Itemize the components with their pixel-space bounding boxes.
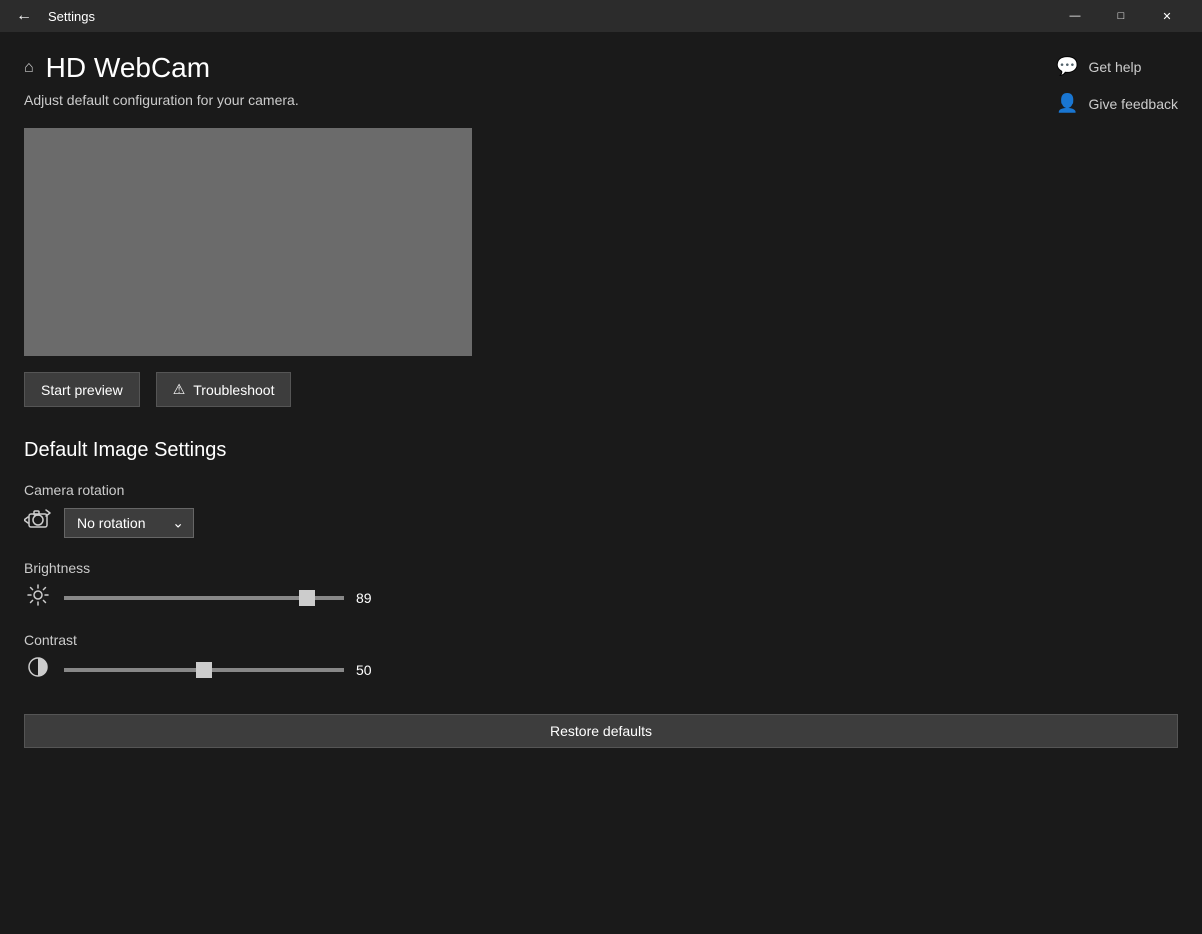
description: Adjust default configuration for your ca…	[24, 92, 1178, 108]
contrast-slider[interactable]	[64, 668, 344, 672]
brightness-setting: Brightness 89	[24, 560, 1178, 612]
brightness-slider[interactable]	[64, 596, 344, 600]
camera-rotation-label: Camera rotation	[24, 482, 1178, 498]
brightness-label: Brightness	[24, 560, 1178, 576]
brightness-row: 89	[24, 584, 1178, 612]
titlebar-controls: — □ ✕	[1052, 0, 1190, 32]
start-preview-button[interactable]: Start preview	[24, 372, 140, 407]
give-feedback-link[interactable]: 👤 Give feedback	[1056, 89, 1178, 118]
get-help-label: Get help	[1089, 59, 1142, 75]
contrast-setting: Contrast 50	[24, 632, 1178, 684]
rotation-row: No rotation 90° 180° 270°	[24, 506, 1178, 540]
rotation-dropdown[interactable]: No rotation 90° 180° 270°	[64, 508, 194, 538]
rotation-dropdown-wrapper: No rotation 90° 180° 270°	[64, 508, 194, 538]
titlebar-title: Settings	[48, 9, 1052, 24]
back-button[interactable]: ←	[12, 8, 36, 24]
rotation-icon	[24, 506, 52, 540]
restore-defaults-button[interactable]: Restore defaults	[24, 714, 1178, 748]
brightness-icon	[24, 584, 52, 612]
camera-rotation-setting: Camera rotation No rotation 90° 180° 270…	[24, 482, 1178, 540]
give-feedback-icon: 👤	[1056, 93, 1078, 114]
give-feedback-label: Give feedback	[1089, 96, 1179, 112]
page-title: HD WebCam	[46, 52, 210, 84]
minimize-button[interactable]: —	[1052, 0, 1098, 32]
maximize-button[interactable]: □	[1098, 0, 1144, 32]
contrast-icon	[24, 656, 52, 684]
get-help-icon: 💬	[1056, 56, 1078, 77]
close-button[interactable]: ✕	[1144, 0, 1190, 32]
titlebar: ← Settings — □ ✕	[0, 0, 1202, 32]
right-panel: 💬 Get help 👤 Give feedback	[1056, 52, 1178, 118]
buttons-row: Start preview ⚠ Troubleshoot	[24, 372, 1178, 407]
get-help-link[interactable]: 💬 Get help	[1056, 52, 1178, 81]
contrast-label: Contrast	[24, 632, 1178, 648]
warning-icon: ⚠	[173, 381, 186, 398]
troubleshoot-button[interactable]: ⚠ Troubleshoot	[156, 372, 292, 407]
section-title: Default Image Settings	[24, 439, 1178, 462]
home-icon[interactable]: ⌂	[24, 59, 34, 77]
camera-preview	[24, 128, 472, 356]
brightness-value: 89	[356, 590, 386, 606]
troubleshoot-label: Troubleshoot	[193, 382, 274, 398]
breadcrumb-row: ⌂ HD WebCam	[24, 52, 1178, 84]
main-content: 💬 Get help 👤 Give feedback ⌂ HD WebCam A…	[0, 32, 1202, 934]
contrast-row: 50	[24, 656, 1178, 684]
contrast-value: 50	[356, 662, 386, 678]
